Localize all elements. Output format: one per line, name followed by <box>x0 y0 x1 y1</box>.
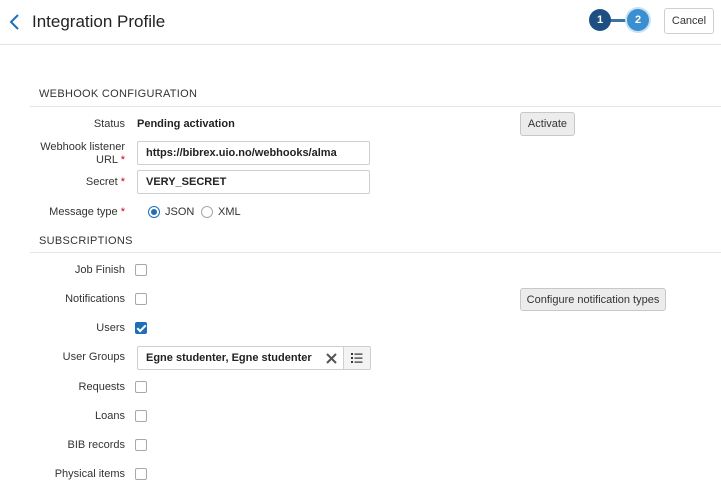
user-groups-label: User Groups <box>62 351 125 363</box>
secret-input[interactable]: VERY_SECRET <box>137 170 370 194</box>
status-label: Status <box>93 118 125 130</box>
user-groups-select[interactable]: Egne studenter, Egne studenter – h <box>137 346 371 370</box>
section-divider <box>30 252 721 253</box>
list-icon <box>351 353 363 363</box>
job-finish-checkbox[interactable] <box>135 264 147 276</box>
page-header: Integration Profile 1 2 Cancel <box>0 0 721 45</box>
clear-button[interactable] <box>322 349 340 367</box>
cancel-button[interactable]: Cancel <box>664 8 714 34</box>
url-label: Webhook listener URL * <box>40 141 125 167</box>
json-radio[interactable] <box>148 206 160 218</box>
notifications-checkbox[interactable] <box>135 293 147 305</box>
back-button[interactable] <box>6 11 26 33</box>
xml-radio-label[interactable]: XML <box>218 206 241 218</box>
physical-items-label: Physical items <box>54 468 125 480</box>
page-title: Integration Profile <box>32 12 166 31</box>
requests-checkbox[interactable] <box>135 381 147 393</box>
xml-radio[interactable] <box>201 206 213 218</box>
physical-items-checkbox[interactable] <box>135 468 147 480</box>
requests-label: Requests <box>78 381 125 393</box>
webhook-section-title: WEBHOOK CONFIGURATION <box>39 88 198 100</box>
status-value: Pending activation <box>137 118 235 130</box>
users-checkbox[interactable] <box>135 322 147 334</box>
bib-records-label: BIB records <box>67 439 125 451</box>
chevron-left-icon <box>9 14 19 30</box>
list-picker-button[interactable] <box>343 346 371 370</box>
user-groups-value: Egne studenter, Egne studenter – h <box>146 352 314 364</box>
loans-checkbox[interactable] <box>135 410 147 422</box>
loans-label: Loans <box>95 410 125 422</box>
url-label-line2: URL <box>96 154 118 166</box>
required-mark: * <box>120 176 125 188</box>
step-2[interactable]: 2 <box>627 9 649 31</box>
message-type-label: Message type * <box>49 206 125 219</box>
subscriptions-section-title: SUBSCRIPTIONS <box>39 235 133 247</box>
notifications-label: Notifications <box>65 293 125 305</box>
configure-notification-types-button[interactable]: Configure notification types <box>520 288 666 311</box>
url-label-line1: Webhook listener <box>40 141 125 153</box>
users-label: Users <box>96 322 125 334</box>
activate-button[interactable]: Activate <box>520 112 575 136</box>
json-radio-label[interactable]: JSON <box>165 206 194 218</box>
section-divider <box>30 106 721 107</box>
secret-label-text: Secret <box>85 176 118 188</box>
wizard-stepper: 1 2 <box>589 9 649 33</box>
required-mark: * <box>120 206 125 218</box>
job-finish-label: Job Finish <box>74 264 125 276</box>
secret-label: Secret * <box>86 176 125 189</box>
close-icon <box>325 352 337 364</box>
message-type-label-text: Message type <box>49 206 118 218</box>
required-mark: * <box>120 154 125 166</box>
bib-records-checkbox[interactable] <box>135 439 147 451</box>
step-1[interactable]: 1 <box>589 9 611 31</box>
url-input[interactable]: https://bibrex.uio.no/webhooks/alma <box>137 141 370 165</box>
